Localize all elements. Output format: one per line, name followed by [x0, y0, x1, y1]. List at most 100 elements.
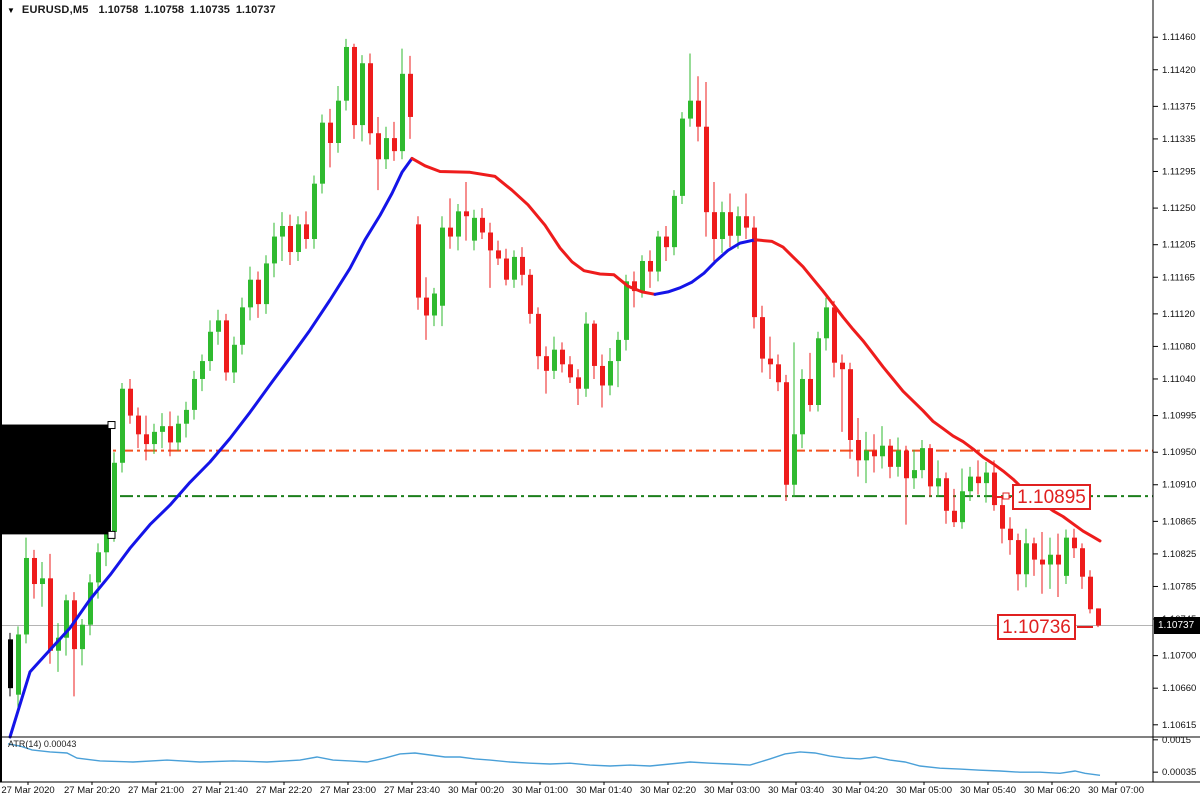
x-tick-label: 27 Mar 2020	[1, 785, 54, 796]
rectangle-drawing-object[interactable]	[0, 424, 111, 535]
candle-body	[320, 122, 325, 184]
y-tick-label: 1.11165	[1162, 272, 1195, 283]
selection-handle[interactable]	[107, 530, 116, 539]
candle-body	[568, 364, 573, 378]
candle-body	[680, 118, 685, 196]
candle-body	[984, 472, 989, 484]
candle-body	[48, 578, 53, 651]
price-chart-canvas: 1.11460 1.11420 1.11375 1.11335 1.11295 1.112…	[0, 0, 1200, 796]
candle-body	[480, 217, 485, 233]
y-tick-label: 1.10785	[1162, 581, 1196, 592]
y-tick-label: 1.11080	[1162, 341, 1196, 352]
y-tick-label: 1.10700	[1162, 651, 1196, 662]
x-tick-label: 30 Mar 03:00	[704, 785, 760, 796]
y-tick-label: 1.11460	[1162, 32, 1196, 43]
candle-body	[808, 378, 813, 406]
candle-body	[1032, 543, 1037, 560]
candle-body	[160, 426, 165, 432]
candle-body	[1008, 528, 1013, 541]
candle-body	[624, 281, 629, 340]
candle-body	[904, 450, 909, 479]
selection-handle[interactable]	[107, 421, 116, 430]
ma-line-up	[653, 238, 757, 296]
candle-body	[520, 256, 525, 275]
candle-body	[448, 227, 453, 237]
candle-body	[848, 369, 853, 440]
price-text-object-upper[interactable]: 1.10895	[1012, 484, 1091, 510]
candle-body	[272, 236, 277, 264]
candle-body	[16, 634, 21, 695]
candle-body	[344, 46, 349, 101]
x-tick-label: 30 Mar 05:00	[896, 785, 952, 796]
candle-body	[40, 578, 45, 585]
candle-body	[1072, 537, 1077, 549]
candle-body	[464, 211, 469, 217]
candle-body	[776, 364, 781, 383]
mt4-chart-window: 1.11460 1.11420 1.11375 1.11335 1.11295 1.112…	[0, 0, 1200, 800]
quote-close: 1.10737	[235, 4, 276, 16]
candle-body	[768, 358, 773, 365]
candle-body	[912, 470, 917, 479]
candle-body	[408, 73, 413, 117]
candle-body	[888, 445, 893, 467]
candle-body	[232, 344, 237, 373]
candle-body	[264, 263, 269, 305]
y-tick-label: 1.11120	[1162, 309, 1195, 320]
candle-body	[560, 349, 565, 365]
candle-body	[936, 478, 941, 487]
x-tick-label: 27 Mar 23:00	[320, 785, 376, 796]
quote-open: 1.10758	[98, 4, 139, 16]
y-tick-label: 1.11250	[1162, 203, 1196, 214]
symbol-timeframe-label: EURUSD,M5	[21, 4, 89, 16]
candle-body	[472, 217, 477, 241]
y-tick-label: 1.11335	[1162, 134, 1196, 145]
x-tick-label: 27 Mar 22:20	[256, 785, 312, 796]
x-tick-label: 30 Mar 05:40	[960, 785, 1016, 796]
candle-body	[128, 388, 133, 416]
candle-body	[720, 212, 725, 240]
candle-body	[1040, 559, 1045, 565]
y-tick-label: 1.10950	[1162, 447, 1196, 458]
upper-label-anchor[interactable]	[1002, 492, 1010, 500]
candle-body	[80, 624, 85, 650]
candle-body	[432, 293, 437, 316]
quote-high: 1.10758	[144, 4, 185, 16]
candle-body	[496, 250, 501, 259]
candle-body	[656, 236, 661, 272]
candle-body	[8, 639, 13, 689]
chart-header: ▼ EURUSD,M5 1.10758 1.10758 1.10735 1.10…	[7, 4, 282, 16]
candle-body	[352, 46, 357, 126]
candle-body	[992, 472, 997, 506]
candle-body	[728, 212, 733, 236]
candle-body	[856, 439, 861, 461]
candle-body	[456, 211, 461, 237]
y-tick-label: 1.11375	[1162, 101, 1196, 112]
candle-body	[864, 450, 869, 461]
candle-body	[152, 431, 157, 445]
candle-body	[32, 557, 37, 585]
x-tick-label: 30 Mar 01:40	[576, 785, 632, 796]
candle-body	[640, 260, 645, 292]
candle-body	[672, 195, 677, 248]
candle-body	[1088, 576, 1093, 610]
candle-body	[952, 510, 957, 523]
candle-body	[120, 388, 125, 463]
x-tick-label: 27 Mar 23:40	[384, 785, 440, 796]
candle-body	[968, 476, 973, 492]
candle-body	[488, 232, 493, 251]
candle-body	[240, 307, 245, 345]
symbol-dropdown-icon[interactable]: ▼	[7, 6, 15, 15]
candle-body	[392, 138, 397, 152]
candle-body	[200, 361, 205, 379]
candle-body	[920, 448, 925, 471]
x-tick-label: 30 Mar 06:20	[1024, 785, 1080, 796]
candle-body	[576, 377, 581, 389]
candle-body	[440, 227, 445, 306]
candle-body	[184, 409, 189, 424]
atr-indicator-label: ATR(14) 0.00043	[8, 739, 77, 749]
y-tick-label: 1.10865	[1162, 516, 1196, 527]
candle-body	[816, 338, 821, 406]
candle-body	[112, 462, 117, 532]
candle-body	[552, 349, 557, 371]
price-text-object-lower[interactable]: 1.10736	[997, 614, 1076, 640]
